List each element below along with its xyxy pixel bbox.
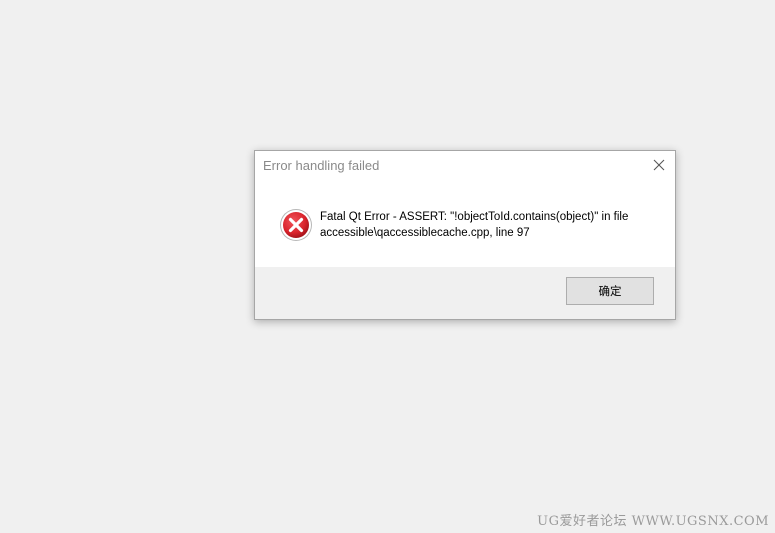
error-dialog: Error handling failed Fatal Qt Error - A… xyxy=(254,150,676,320)
error-message-line-1: Fatal Qt Error - ASSERT: "!objectToId.co… xyxy=(320,211,629,223)
dialog-titlebar[interactable]: Error handling failed xyxy=(255,151,675,181)
close-icon xyxy=(653,159,665,171)
close-button[interactable] xyxy=(643,151,675,179)
dialog-title: Error handling failed xyxy=(263,158,380,173)
dialog-footer: 确定 xyxy=(255,267,675,319)
error-icon xyxy=(280,209,312,241)
error-message: Fatal Qt Error - ASSERT: "!objectToId.co… xyxy=(320,209,660,241)
watermark-text: UG爱好者论坛 WWW.UGSNX.COM xyxy=(537,514,769,529)
error-message-line-2: accessible\qaccessiblecache.cpp, line 97 xyxy=(320,227,530,239)
dialog-content: Fatal Qt Error - ASSERT: "!objectToId.co… xyxy=(255,181,675,269)
ok-button[interactable]: 确定 xyxy=(566,277,654,305)
